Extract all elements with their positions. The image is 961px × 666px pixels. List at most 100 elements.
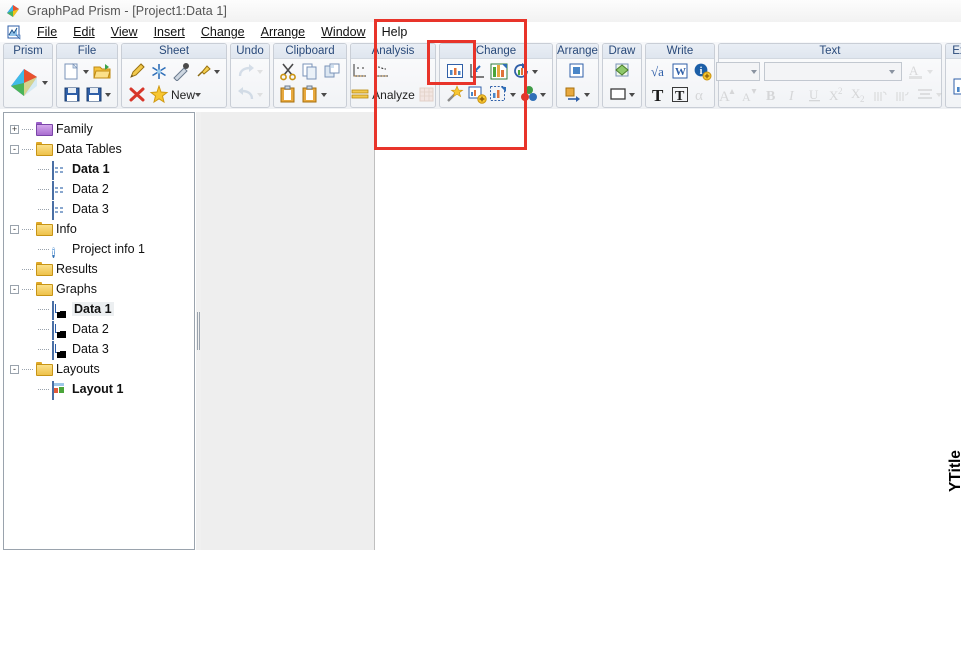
grow-font-icon[interactable]: A bbox=[717, 85, 737, 104]
refresh-graph-caret-icon[interactable] bbox=[532, 70, 538, 74]
expander-graphs[interactable]: - bbox=[10, 285, 19, 294]
change-axis-icon[interactable] bbox=[467, 62, 487, 81]
rotate-flip-caret-icon[interactable] bbox=[584, 93, 590, 97]
tree-node-graph-data-2[interactable]: Data 2 bbox=[26, 319, 194, 339]
redo-caret-icon[interactable] bbox=[257, 70, 263, 74]
align-caret-icon[interactable] bbox=[936, 93, 942, 97]
magic-wand-icon[interactable] bbox=[445, 85, 465, 104]
tree-node-info[interactable]: - Info bbox=[10, 219, 194, 239]
save-as-icon[interactable] bbox=[84, 85, 104, 104]
text-T-icon[interactable]: T bbox=[648, 85, 668, 104]
tree-node-results[interactable]: Results bbox=[10, 259, 194, 279]
save-icon[interactable] bbox=[62, 85, 82, 104]
project-navigator[interactable]: + Family - Data Tables bbox=[3, 112, 195, 550]
redo-arrow-icon[interactable] bbox=[236, 62, 256, 81]
copy-special-icon[interactable] bbox=[322, 62, 342, 81]
undo-arrow-icon[interactable] bbox=[236, 85, 256, 104]
pin-sheet-caret-icon[interactable] bbox=[214, 70, 220, 74]
paste-special-caret-icon[interactable] bbox=[321, 93, 327, 97]
prism-menu-caret-icon[interactable] bbox=[42, 81, 48, 85]
move-down-icon[interactable] bbox=[893, 85, 913, 104]
rectangle-caret-icon[interactable] bbox=[629, 93, 635, 97]
tree-node-project-info-1[interactable]: i Project info 1 bbox=[26, 239, 194, 259]
bar-chart[interactable]: Data 1 YTitle XTitle 0 2 4 6 8 10 bbox=[951, 364, 961, 666]
refresh-graph-icon[interactable] bbox=[511, 62, 531, 81]
color-scheme-caret-icon[interactable] bbox=[540, 93, 546, 97]
menu-item-window[interactable]: Window bbox=[313, 25, 373, 39]
font-family-input[interactable] bbox=[765, 65, 889, 79]
font-family-caret-icon[interactable] bbox=[889, 70, 895, 74]
new-sheet-button-label[interactable]: New bbox=[171, 88, 195, 102]
undo-caret-icon[interactable] bbox=[257, 93, 263, 97]
italic-icon[interactable]: I bbox=[783, 85, 803, 104]
align-icon[interactable] bbox=[915, 85, 935, 104]
tree-node-layouts[interactable]: - Layouts bbox=[10, 359, 194, 379]
splitter-grip[interactable] bbox=[197, 312, 200, 350]
expander-data-tables[interactable]: - bbox=[10, 145, 19, 154]
save-as-caret-icon[interactable] bbox=[105, 93, 111, 97]
analyze-button-label[interactable]: Analyze bbox=[372, 88, 415, 102]
color-scheme-icon[interactable] bbox=[519, 85, 539, 104]
analyze-curve-icon[interactable] bbox=[372, 62, 392, 81]
tree-node-data-table-3[interactable]: Data 3 bbox=[26, 199, 194, 219]
tree-node-graphs[interactable]: - Graphs bbox=[10, 279, 194, 299]
menu-item-help[interactable]: Help bbox=[374, 25, 416, 39]
tree-node-graph-data-3[interactable]: Data 3 bbox=[26, 339, 194, 359]
word-doc-icon[interactable]: W bbox=[670, 62, 690, 81]
tree-node-layout-1[interactable]: Layout 1 bbox=[26, 379, 194, 399]
underline-icon[interactable]: U bbox=[805, 85, 825, 104]
tree-node-data-table-1[interactable]: Data 1 bbox=[26, 159, 194, 179]
menu-item-change[interactable]: Change bbox=[193, 25, 253, 39]
font-size-input[interactable] bbox=[717, 65, 749, 79]
change-colors-bars-icon[interactable] bbox=[489, 62, 509, 81]
duplicate-sheet-icon[interactable] bbox=[171, 62, 191, 81]
move-up-icon[interactable] bbox=[871, 85, 891, 104]
bold-icon[interactable]: B bbox=[761, 85, 781, 104]
new-sheet-caret-icon[interactable] bbox=[195, 93, 201, 97]
expander-layouts[interactable]: - bbox=[10, 365, 19, 374]
superscript-icon[interactable]: X2 bbox=[827, 85, 847, 104]
draw-shape-icon[interactable] bbox=[612, 62, 632, 81]
graph-selection-caret-icon[interactable] bbox=[510, 93, 516, 97]
new-star-icon[interactable] bbox=[149, 85, 169, 104]
cut-scissors-icon[interactable] bbox=[278, 62, 298, 81]
pin-sheet-icon[interactable] bbox=[193, 62, 213, 81]
tree-node-graph-data-1[interactable]: Data 1 bbox=[26, 299, 194, 319]
rotate-flip-icon[interactable] bbox=[563, 85, 583, 104]
expander-info[interactable]: - bbox=[10, 225, 19, 234]
add-graph-icon[interactable] bbox=[467, 85, 487, 104]
freeze-snowflake-icon[interactable] bbox=[149, 62, 169, 81]
info-add-icon[interactable]: i bbox=[692, 62, 712, 81]
menu-item-edit[interactable]: Edit bbox=[65, 25, 103, 39]
tree-node-data-table-2[interactable]: Data 2 bbox=[26, 179, 194, 199]
text-box-icon[interactable]: T bbox=[670, 85, 690, 104]
font-color-icon[interactable]: A bbox=[906, 62, 926, 81]
new-file-icon[interactable] bbox=[62, 62, 82, 81]
copy-icon[interactable] bbox=[300, 62, 320, 81]
tree-node-data-tables[interactable]: - Data Tables bbox=[10, 139, 194, 159]
menu-item-view[interactable]: View bbox=[103, 25, 146, 39]
export-tiff-bmp-icon[interactable]: TIFF BMP bbox=[951, 65, 961, 101]
analyze-icon[interactable] bbox=[350, 85, 370, 104]
graph-selection-icon[interactable] bbox=[489, 85, 509, 104]
expander-family[interactable]: + bbox=[10, 125, 19, 134]
menu-item-arrange[interactable]: Arrange bbox=[253, 25, 313, 39]
open-folder-icon[interactable] bbox=[92, 62, 112, 81]
pencil-icon[interactable] bbox=[127, 62, 147, 81]
prism-logo-big-icon[interactable] bbox=[7, 66, 41, 100]
shrink-font-icon[interactable]: A bbox=[739, 85, 759, 104]
paste-icon[interactable] bbox=[278, 85, 298, 104]
interpolate-icon[interactable] bbox=[350, 62, 370, 81]
paste-special-icon[interactable] bbox=[300, 85, 320, 104]
menu-item-insert[interactable]: Insert bbox=[146, 25, 193, 39]
font-size-caret-icon[interactable] bbox=[751, 70, 757, 74]
delete-x-icon[interactable] bbox=[127, 85, 147, 104]
equation-sqrt-icon[interactable]: √a bbox=[648, 62, 668, 81]
change-graph-type-icon[interactable] bbox=[445, 62, 465, 81]
subscript-icon[interactable]: X2 bbox=[849, 85, 869, 104]
rectangle-icon[interactable] bbox=[608, 85, 628, 104]
bring-to-front-icon[interactable] bbox=[567, 62, 587, 81]
new-file-caret-icon[interactable] bbox=[83, 70, 89, 74]
font-color-caret-icon[interactable] bbox=[927, 70, 933, 74]
menu-item-file[interactable]: File bbox=[29, 25, 65, 39]
